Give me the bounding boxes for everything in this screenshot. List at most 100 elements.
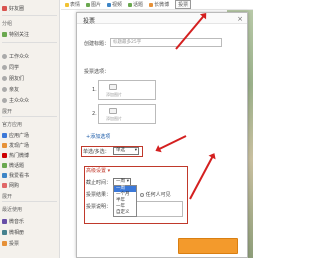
toolbar-label: 表情: [70, 2, 81, 8]
sidebar-item-label: 主众众众: [9, 97, 30, 104]
sidebar-item-label: 我爱看书: [9, 172, 30, 179]
option-input[interactable]: 添加图片: [98, 80, 156, 100]
sidebar-item-group[interactable]: 亲友: [2, 85, 19, 93]
options-label: 投票选项：: [84, 69, 110, 75]
toolbar-label: 视频: [112, 2, 123, 8]
album-icon: [2, 229, 7, 235]
circle-icon: [2, 97, 7, 103]
radio-label: 任何人可见: [145, 192, 171, 198]
circle-icon: [2, 53, 7, 59]
chevron-down-icon: ▾: [134, 148, 137, 153]
toolbar-label: 图片: [91, 2, 102, 8]
result-label: 投票结果：: [86, 192, 112, 198]
app-icon: [2, 132, 7, 138]
hashtag-icon: [128, 2, 133, 7]
divider: [2, 42, 57, 43]
sidebar-item-app[interactable]: 应用广场: [2, 131, 29, 139]
longpost-icon: [149, 2, 154, 7]
sidebar-item-label: 朋友们: [9, 75, 25, 82]
sidebar-item-app[interactable]: 投票: [2, 239, 19, 247]
sidebar-item-label: 微话题: [9, 162, 25, 169]
sidebar-item-label: 网购: [9, 182, 20, 189]
image-icon: [86, 2, 91, 7]
divider: [2, 201, 57, 202]
music-icon: [2, 218, 7, 224]
result-option[interactable]: 任何人可见: [140, 191, 171, 198]
sidebar-item-label: 亲友: [9, 86, 20, 93]
toolbar-topic[interactable]: 话题: [128, 1, 143, 8]
select-value: 一周: [116, 179, 125, 184]
sidebar-item-app[interactable]: 热门微博: [2, 151, 29, 159]
option-number: 2.: [92, 111, 97, 117]
submit-button[interactable]: [178, 238, 238, 254]
upload-label: 添加图片: [106, 92, 122, 97]
shop-icon: [2, 182, 7, 188]
book-icon: [2, 172, 7, 178]
image-upload-icon: [109, 108, 117, 114]
sidebar-item-group[interactable]: 主众众众: [2, 96, 29, 104]
sidebar-item-special[interactable]: 特别关注: [2, 30, 29, 38]
sidebar-item-friends[interactable]: 好友圈: [2, 4, 24, 12]
toolbar-label: 话题: [133, 2, 144, 8]
single-multi-label: 单选/多选：: [83, 149, 110, 155]
hot-icon: [2, 152, 7, 158]
section-heading-official: 官方应用: [2, 122, 23, 128]
star-icon: [2, 31, 7, 37]
image-upload-icon: [109, 84, 117, 90]
sidebar-item-label: 同学: [9, 64, 20, 71]
emoji-icon: [65, 2, 69, 7]
dialog-titlebar: [77, 13, 247, 24]
description-label: 投票说明：: [86, 204, 112, 210]
sidebar-item-app[interactable]: 微话题: [2, 161, 24, 169]
sidebar-item-label: 热门微博: [9, 152, 30, 159]
section-heading-recent: 最近使用: [2, 207, 23, 213]
section-heading-groups: 分组: [2, 21, 13, 27]
close-icon[interactable]: ×: [237, 15, 243, 23]
divider: [2, 15, 57, 16]
sidebar-item-app[interactable]: 我爱看书: [2, 171, 29, 179]
vote-button[interactable]: 投票: [175, 0, 192, 9]
sidebar-item-group[interactable]: 朋友们: [2, 74, 24, 82]
vote-icon: [2, 240, 7, 246]
dropdown-option[interactable]: 自定义: [114, 210, 136, 216]
sidebar-item-label: 工作众众: [9, 53, 30, 60]
toolbar-image[interactable]: 图片: [86, 1, 101, 8]
select-value: 单选: [116, 148, 125, 153]
sidebar-item-app[interactable]: 微音乐: [2, 217, 24, 225]
expand-link[interactable]: 展开: [2, 193, 12, 200]
option-row: 2. 添加图片: [92, 104, 156, 124]
sidebar-item-label: 好友圈: [9, 5, 25, 12]
expand-link[interactable]: 展开: [2, 108, 12, 115]
toolbar-emoji[interactable]: 表情: [65, 1, 80, 8]
sidebar-item-label: 微音乐: [9, 218, 25, 225]
sidebar-item-app[interactable]: 网购: [2, 181, 19, 189]
toolbar-longpost[interactable]: 长微博: [149, 1, 169, 8]
advanced-settings-toggle[interactable]: 高级设置 ▾: [86, 167, 110, 174]
sidebar-item-label: 应用广场: [9, 132, 30, 139]
sidebar-item-app[interactable]: 发现广场: [2, 141, 29, 149]
discover-icon: [2, 142, 7, 148]
toolbar-video[interactable]: 视频: [107, 1, 122, 8]
toolbar-label: 长微博: [154, 2, 170, 8]
home-icon: [2, 5, 7, 11]
option-number: 1.: [92, 87, 97, 93]
radio-icon: [140, 192, 144, 197]
option-input[interactable]: 添加图片: [98, 104, 156, 124]
circle-icon: [2, 86, 7, 92]
dialog-title: 投票: [83, 18, 96, 25]
add-option-link[interactable]: +添加选项: [86, 133, 110, 140]
sidebar-item-group[interactable]: 工作众众: [2, 52, 29, 60]
sidebar-item-group[interactable]: 同学: [2, 63, 19, 71]
divider: [2, 116, 57, 117]
single-multi-select[interactable]: 单选 ▾: [113, 147, 139, 155]
deadline-label: 截止时间：: [86, 180, 112, 186]
sidebar-item-app[interactable]: 微相册: [2, 228, 24, 236]
sidebar-item-label: 特别关注: [9, 31, 30, 38]
upload-label: 添加图片: [106, 116, 122, 121]
circle-icon: [2, 64, 7, 70]
left-sidebar: 好友圈 分组 特别关注 工作众众 同学 朋友们 亲友 主众众众 展开 官方应用 …: [0, 0, 60, 258]
circle-icon: [2, 75, 7, 81]
sidebar-item-label: 发现广场: [9, 142, 30, 149]
vote-title-input[interactable]: 标题最多25字: [110, 38, 222, 47]
sidebar-item-label: 微相册: [9, 229, 25, 236]
